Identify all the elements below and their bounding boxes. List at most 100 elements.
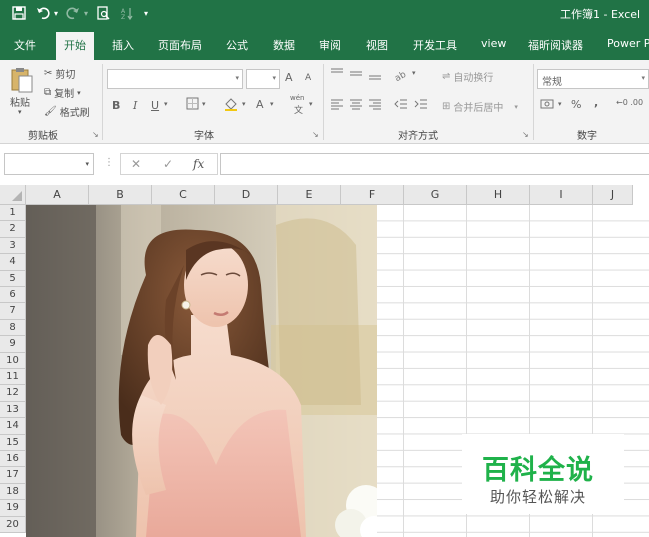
print-preview-icon[interactable] bbox=[94, 4, 112, 22]
wrap-text-button[interactable]: ⇌ 自动换行 bbox=[442, 69, 493, 84]
tab-view[interactable]: 视图 bbox=[366, 37, 388, 53]
row-header[interactable]: 2 bbox=[0, 221, 26, 238]
merge-center-button[interactable]: ⊞ 合并后居中 ▾ bbox=[442, 99, 518, 114]
undo-dropdown-icon[interactable]: ▾ bbox=[54, 9, 58, 18]
row-header[interactable]: 19 bbox=[0, 500, 26, 517]
decrease-font-size-icon[interactable]: A bbox=[305, 73, 311, 83]
row-header[interactable]: 5 bbox=[0, 270, 26, 287]
row-header[interactable]: 17 bbox=[0, 467, 26, 484]
cancel-icon[interactable]: ✕ bbox=[131, 157, 141, 171]
row-header[interactable]: 15 bbox=[0, 434, 26, 451]
customize-qat-icon[interactable]: ▾ bbox=[144, 9, 148, 18]
phonetic-icon[interactable]: wén bbox=[290, 94, 304, 102]
orientation-dropdown-icon[interactable]: ▾ bbox=[412, 69, 416, 77]
italic-button[interactable]: I bbox=[133, 99, 137, 112]
row-header[interactable]: 14 bbox=[0, 418, 26, 435]
select-all-button[interactable] bbox=[0, 185, 26, 205]
paste-button[interactable]: 粘贴 bbox=[10, 94, 30, 109]
column-header[interactable]: E bbox=[278, 185, 341, 205]
insert-function-icon[interactable]: fx bbox=[193, 157, 204, 171]
column-header[interactable]: G bbox=[404, 185, 467, 205]
save-icon[interactable] bbox=[10, 4, 28, 22]
row-header[interactable]: 8 bbox=[0, 319, 26, 337]
name-box[interactable]: ▾ bbox=[4, 153, 94, 175]
tab-developer[interactable]: 开发工具 bbox=[413, 37, 457, 53]
percent-style-button[interactable]: % bbox=[571, 98, 581, 111]
alignment-launcher-icon[interactable]: ↘ bbox=[522, 130, 529, 139]
align-center-icon[interactable] bbox=[349, 97, 363, 114]
merge-dropdown-icon[interactable]: ▾ bbox=[514, 103, 518, 111]
tab-file[interactable]: 文件 bbox=[14, 37, 36, 53]
increase-font-size-icon[interactable]: A bbox=[285, 71, 293, 84]
formula-bar-splitter-icon[interactable]: ⋮ bbox=[104, 157, 114, 168]
undo-icon[interactable] bbox=[34, 4, 52, 22]
row-header[interactable]: 20 bbox=[0, 516, 26, 533]
align-top-icon[interactable] bbox=[330, 67, 344, 84]
row-header[interactable]: 3 bbox=[0, 237, 26, 255]
decrease-indent-icon[interactable] bbox=[394, 97, 408, 114]
column-header[interactable]: A bbox=[26, 185, 89, 205]
column-header[interactable]: B bbox=[89, 185, 152, 205]
row-header[interactable]: 11 bbox=[0, 369, 26, 386]
copy-dropdown-icon[interactable]: ▾ bbox=[77, 89, 81, 97]
row-header[interactable]: 1 bbox=[0, 205, 26, 222]
column-header[interactable]: F bbox=[341, 185, 404, 205]
align-right-icon[interactable] bbox=[368, 97, 382, 114]
align-middle-icon[interactable] bbox=[349, 67, 363, 84]
borders-icon[interactable] bbox=[186, 97, 199, 113]
tab-review[interactable]: 审阅 bbox=[319, 37, 341, 53]
tab-formulas[interactable]: 公式 bbox=[226, 37, 248, 53]
tab-home[interactable]: 开始 bbox=[56, 32, 94, 60]
row-header[interactable]: 4 bbox=[0, 254, 26, 271]
row-header[interactable]: 9 bbox=[0, 336, 26, 353]
increase-decimal-button[interactable]: ←0 .00 bbox=[616, 98, 643, 107]
column-header[interactable]: H bbox=[467, 185, 530, 205]
format-painter-button[interactable]: 🖌 格式刷 bbox=[44, 104, 90, 119]
row-header[interactable]: 6 bbox=[0, 287, 26, 304]
formula-input[interactable] bbox=[220, 153, 649, 175]
row-header[interactable]: 13 bbox=[0, 401, 26, 419]
phonetic-dropdown-icon[interactable]: ▾ bbox=[309, 100, 313, 108]
redo-dropdown-icon[interactable]: ▾ bbox=[84, 9, 88, 18]
inserted-picture[interactable] bbox=[26, 205, 377, 537]
align-left-icon[interactable] bbox=[330, 97, 344, 114]
underline-button[interactable]: U bbox=[151, 99, 159, 112]
copy-button[interactable]: ⧉ 复制 ▾ bbox=[44, 85, 81, 100]
font-name-combo[interactable]: ▾ bbox=[107, 69, 243, 89]
column-header[interactable]: D bbox=[215, 185, 278, 205]
orientation-icon[interactable]: ab bbox=[393, 67, 410, 84]
font-size-combo[interactable]: ▾ bbox=[246, 69, 280, 89]
row-header[interactable]: 18 bbox=[0, 483, 26, 501]
row-header[interactable]: 16 bbox=[0, 451, 26, 468]
column-header[interactable]: C bbox=[152, 185, 215, 205]
accounting-dropdown-icon[interactable]: ▾ bbox=[558, 100, 562, 108]
cut-button[interactable]: ✂ 剪切 bbox=[44, 66, 75, 81]
tab-power-pivot[interactable]: Power P bbox=[607, 37, 649, 50]
borders-dropdown-icon[interactable]: ▾ bbox=[202, 100, 206, 108]
bold-button[interactable]: B bbox=[112, 99, 120, 112]
tab-foxit-reader[interactable]: 福昕阅读器 bbox=[528, 37, 583, 53]
increase-indent-icon[interactable] bbox=[414, 97, 428, 114]
tab-insert[interactable]: 插入 bbox=[112, 37, 134, 53]
font-color-dropdown-icon[interactable]: ▾ bbox=[270, 100, 274, 108]
paste-icon[interactable] bbox=[10, 66, 34, 94]
paste-dropdown-icon[interactable]: ▾ bbox=[18, 108, 22, 116]
enter-icon[interactable]: ✓ bbox=[163, 157, 173, 171]
fill-color-icon[interactable] bbox=[224, 97, 238, 114]
font-color-icon[interactable]: A bbox=[256, 98, 264, 111]
accounting-format-icon[interactable] bbox=[540, 97, 556, 114]
comma-style-button[interactable]: , bbox=[594, 96, 598, 109]
column-header[interactable]: I bbox=[530, 185, 593, 205]
redo-icon[interactable] bbox=[64, 4, 82, 22]
underline-dropdown-icon[interactable]: ▾ bbox=[164, 100, 168, 108]
row-header[interactable]: 10 bbox=[0, 352, 26, 369]
tab-view-addin[interactable]: view bbox=[481, 37, 506, 50]
row-header[interactable]: 7 bbox=[0, 303, 26, 320]
clipboard-launcher-icon[interactable]: ↘ bbox=[92, 130, 99, 139]
number-format-combo[interactable]: 常规 ▾ bbox=[537, 69, 649, 89]
row-header[interactable]: 12 bbox=[0, 385, 26, 402]
column-header[interactable]: J bbox=[593, 185, 633, 205]
tab-data[interactable]: 数据 bbox=[273, 37, 295, 53]
align-bottom-icon[interactable] bbox=[368, 67, 382, 84]
fill-color-dropdown-icon[interactable]: ▾ bbox=[242, 100, 246, 108]
